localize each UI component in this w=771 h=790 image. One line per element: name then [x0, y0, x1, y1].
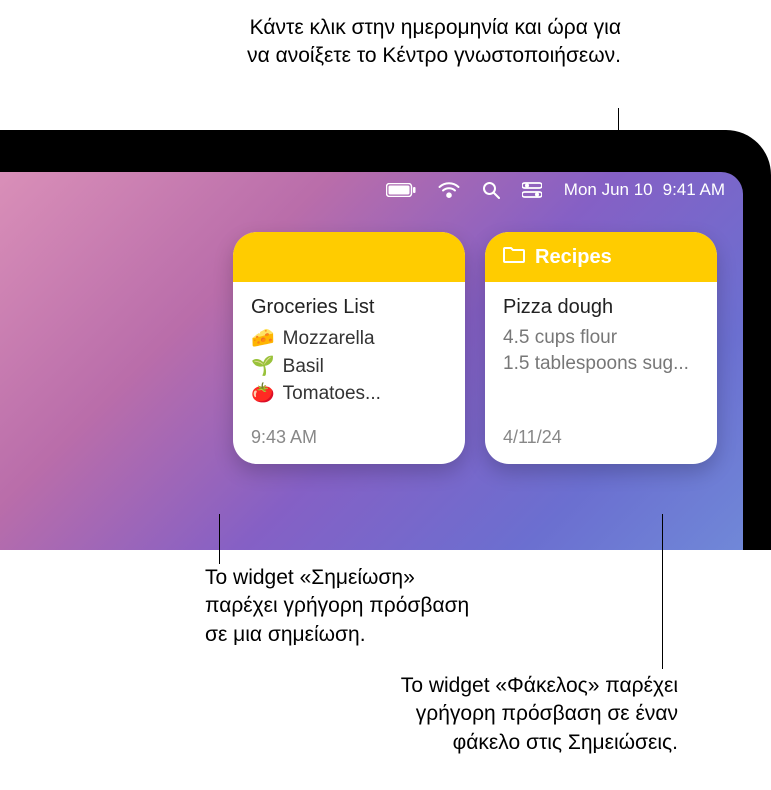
folder-note-title: Pizza dough — [503, 296, 699, 319]
folder-widget-body: Pizza dough 4.5 cups flour 1.5 tablespoo… — [485, 282, 717, 464]
note-item-text: Mozzarella — [283, 325, 375, 353]
callout-line-note — [219, 514, 220, 564]
notes-note-widget[interactable]: Groceries List 🧀 Mozzarella 🌱 Basil 🍅 — [233, 232, 465, 464]
callout-line-folder — [662, 514, 663, 669]
callout-note-widget: Το widget «Σημείωση» παρέχει γρήγορη πρό… — [205, 564, 470, 649]
menubar-time: 9:41 AM — [663, 180, 725, 200]
device-frame: Mon Jun 10 9:41 AM Groceries List 🧀 Mozz… — [0, 130, 771, 550]
folder-name: Recipes — [535, 246, 612, 269]
callout-folder-widget: Το widget «Φάκελος» παρέχει γρήγορη πρόσ… — [348, 672, 678, 757]
cheese-icon: 🧀 — [251, 325, 275, 353]
folder-note-line: 1.5 tablespoons sug... — [503, 351, 699, 377]
search-icon[interactable] — [482, 172, 500, 208]
tomato-icon: 🍅 — [251, 380, 275, 408]
seedling-icon: 🌱 — [251, 353, 275, 381]
menubar-datetime[interactable]: Mon Jun 10 9:41 AM — [564, 180, 725, 200]
control-center-icon[interactable] — [522, 172, 542, 208]
notes-folder-widget[interactable]: Recipes Pizza dough 4.5 cups flour 1.5 t… — [485, 232, 717, 464]
note-widget-header — [233, 232, 465, 282]
list-item: 🧀 Mozzarella — [251, 325, 447, 353]
note-timestamp: 9:43 AM — [251, 427, 447, 464]
note-item-text: Basil — [283, 353, 324, 381]
desktop-screen: Mon Jun 10 9:41 AM Groceries List 🧀 Mozz… — [0, 172, 743, 550]
note-widget-body: Groceries List 🧀 Mozzarella 🌱 Basil 🍅 — [233, 282, 465, 464]
callout-datetime: Κάντε κλικ στην ημερομηνία και ώρα για ν… — [241, 14, 621, 71]
note-item-text: Tomatoes... — [283, 380, 381, 408]
folder-note-line: 4.5 cups flour — [503, 325, 699, 351]
menubar-date: Mon Jun 10 — [564, 180, 653, 200]
note-items-list: 🧀 Mozzarella 🌱 Basil 🍅 Tomatoes... — [251, 325, 447, 408]
wifi-icon[interactable] — [438, 172, 460, 208]
folder-widget-header: Recipes — [485, 232, 717, 282]
list-item: 🌱 Basil — [251, 353, 447, 381]
menubar: Mon Jun 10 9:41 AM — [0, 172, 743, 208]
note-title: Groceries List — [251, 296, 447, 319]
list-item: 🍅 Tomatoes... — [251, 380, 447, 408]
widgets-area: Groceries List 🧀 Mozzarella 🌱 Basil 🍅 — [233, 232, 717, 464]
folder-icon — [503, 245, 525, 269]
battery-icon[interactable] — [386, 172, 416, 208]
folder-timestamp: 4/11/24 — [503, 427, 699, 464]
